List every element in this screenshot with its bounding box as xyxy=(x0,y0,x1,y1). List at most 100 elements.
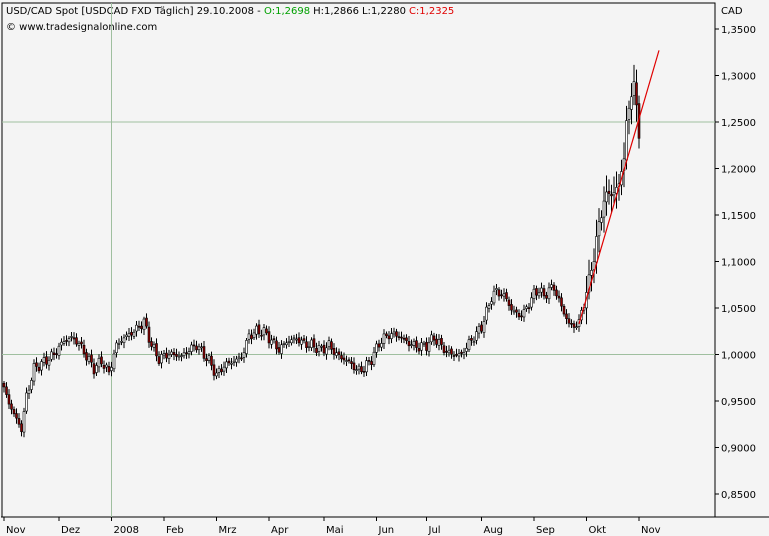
candle-body xyxy=(490,301,493,305)
candle-body xyxy=(545,295,548,299)
candle-body xyxy=(510,304,513,311)
candle-body xyxy=(160,354,163,364)
candle-body xyxy=(327,340,331,348)
high-value: 1,2866 xyxy=(324,6,359,17)
candle-body xyxy=(205,358,208,361)
candle-body xyxy=(527,307,531,309)
x-tick-label: Mrz xyxy=(219,525,237,536)
candle-body xyxy=(442,345,446,353)
candle-body xyxy=(480,324,483,332)
candle-body xyxy=(210,355,213,366)
candle-body xyxy=(347,359,351,362)
candle-body xyxy=(540,287,543,293)
candle-body xyxy=(17,418,21,425)
candle-body xyxy=(595,236,598,263)
x-tick-label: Sep xyxy=(536,525,555,536)
candle-body xyxy=(305,341,308,348)
candle-body xyxy=(60,341,63,346)
candle-body xyxy=(72,337,76,340)
candle-body xyxy=(267,331,271,344)
candle-body xyxy=(270,339,273,345)
candle-body xyxy=(437,339,441,346)
x-tick-label: Nov xyxy=(6,525,26,536)
candle-body xyxy=(317,345,321,352)
candle-body xyxy=(10,403,13,410)
candle-body xyxy=(92,363,96,375)
candle-body xyxy=(307,345,311,348)
candle-body xyxy=(427,342,431,352)
candle-body xyxy=(250,334,253,340)
y-tick-label: 1,1000 xyxy=(721,258,756,269)
candle-body xyxy=(272,338,276,340)
candle-body xyxy=(390,333,393,339)
candle-body xyxy=(77,343,81,346)
candle-body xyxy=(55,353,58,355)
candle-body xyxy=(365,360,368,373)
candle-body xyxy=(285,342,288,346)
candle-body xyxy=(175,354,178,357)
candle-body xyxy=(90,354,93,363)
candle-body xyxy=(290,339,293,344)
candle-body xyxy=(260,334,263,337)
candle-body xyxy=(67,338,71,343)
candle-body xyxy=(610,194,613,197)
x-tick-label: Mai xyxy=(326,525,344,536)
candle-body xyxy=(380,343,383,348)
y-axis: 1,3500 1,3000 1,2500 1,2000 1,1500 1,1000 1,05… xyxy=(715,25,756,501)
candle-body xyxy=(265,328,268,334)
candle-body xyxy=(512,310,516,313)
candle-body xyxy=(405,337,408,342)
y-tick-label: 1,1500 xyxy=(721,211,756,222)
candle-body xyxy=(452,355,456,357)
candle-body xyxy=(57,345,61,356)
candle-body xyxy=(82,344,86,355)
candle-body xyxy=(557,295,561,299)
candle-body xyxy=(40,361,43,371)
candle-body xyxy=(50,351,53,360)
candle-body xyxy=(292,337,296,340)
candle-body xyxy=(25,392,28,412)
candle-body xyxy=(370,361,373,365)
y-tick-label: 0,9000 xyxy=(721,444,756,455)
chart: USD/CAD Spot [USDCAD FXD Täglich] 29.10.… xyxy=(0,0,769,536)
candle-body xyxy=(112,353,116,370)
candle-body xyxy=(352,362,356,371)
candle-body xyxy=(35,362,38,367)
candle-body xyxy=(255,325,258,335)
candle-body xyxy=(102,365,106,369)
candle-body xyxy=(530,297,533,308)
candle-body xyxy=(107,366,111,373)
candle-body xyxy=(465,347,468,352)
candle-body xyxy=(400,336,403,339)
candle-body xyxy=(97,357,101,368)
candle-body xyxy=(240,357,243,360)
candle-body xyxy=(75,337,78,345)
candle-body xyxy=(462,352,466,356)
y-tick-label: 1,2500 xyxy=(721,118,756,129)
x-tick-label: Aug xyxy=(484,525,504,536)
y-tick-label: 1,3000 xyxy=(721,72,756,83)
candle-body xyxy=(625,120,628,161)
candle-body xyxy=(182,352,186,357)
candle-body xyxy=(220,368,223,373)
candle-body xyxy=(152,344,156,348)
y-tick-label: 0,8500 xyxy=(721,490,756,501)
candle-body xyxy=(27,389,31,394)
candle-body xyxy=(125,334,128,337)
candle-body xyxy=(550,284,553,288)
candle-body xyxy=(335,352,338,356)
candle-body xyxy=(117,343,121,345)
y-tick-label: 1,3500 xyxy=(721,25,756,36)
candle-body xyxy=(402,337,406,340)
candle-body xyxy=(485,306,488,321)
candle-body xyxy=(122,337,126,343)
candle-body xyxy=(505,292,508,300)
candle-body xyxy=(630,96,633,110)
candle-body xyxy=(167,354,171,359)
candle-body xyxy=(392,331,396,335)
candle-body xyxy=(567,318,571,324)
candle-body xyxy=(310,339,313,348)
candle-body xyxy=(130,331,133,336)
close-label: C: xyxy=(409,6,419,17)
candle-body xyxy=(525,306,528,309)
